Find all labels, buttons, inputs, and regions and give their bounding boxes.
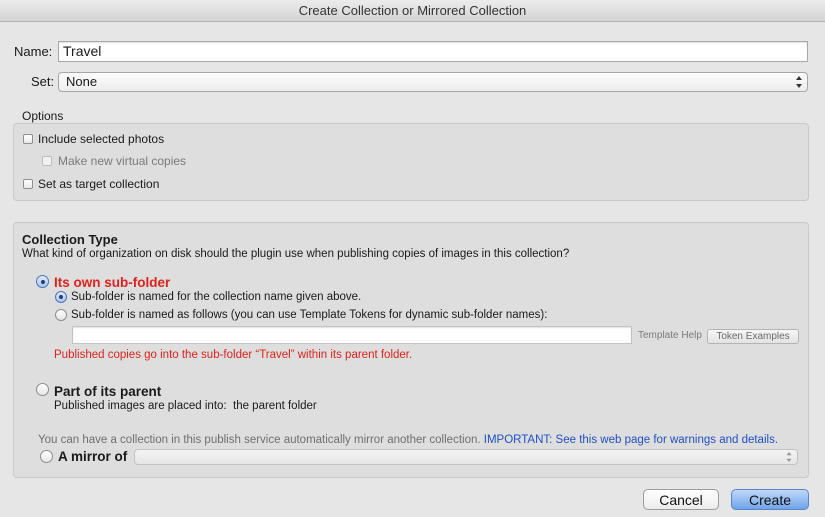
options-heading: Options [22, 109, 64, 123]
mirror-info: You can have a collection in this publis… [38, 434, 778, 446]
create-button[interactable]: Create [731, 489, 809, 510]
set-select[interactable]: None [58, 72, 808, 92]
name-input[interactable]: Travel [58, 41, 808, 62]
part-of-parent-radio[interactable] [36, 383, 49, 396]
placed-into-text: Published images are placed into: the pa… [54, 400, 317, 412]
set-as-target-checkbox[interactable] [23, 179, 33, 189]
collection-type-question: What kind of organization on disk should… [22, 248, 570, 260]
mirror-label: A mirror of [58, 449, 128, 464]
window-title: Create Collection or Mirrored Collection [298, 3, 527, 18]
template-help-link[interactable]: Template Help [638, 330, 702, 341]
name-label: Name: [14, 44, 53, 59]
published-note: Published copies go into the sub-folder … [54, 349, 413, 361]
mirror-radio[interactable] [40, 450, 53, 463]
set-as-target-label: Set as target collection [38, 177, 160, 191]
make-virtual-copies-label: Make new virtual copies [58, 154, 187, 168]
named-as-follows-label: Sub-folder is named as follows (you can … [71, 309, 548, 321]
named-for-collection-label: Sub-folder is named for the collection n… [71, 291, 362, 303]
mirror-select[interactable] [134, 449, 798, 465]
include-selected-checkbox[interactable] [23, 134, 33, 144]
include-selected-label: Include selected photos [38, 132, 165, 146]
mirror-info-text: You can have a collection in this publis… [38, 434, 481, 446]
window-title-bar: Create Collection or Mirrored Collection [0, 0, 825, 22]
subfolder-template-input[interactable] [72, 326, 632, 344]
cancel-button[interactable]: Cancel [643, 489, 719, 510]
own-subfolder-radio[interactable] [36, 275, 49, 288]
own-subfolder-label: Its own sub-folder [54, 275, 171, 290]
mirror-select-arrows-icon [786, 451, 792, 463]
select-arrows-icon [796, 76, 802, 88]
named-as-follows-radio[interactable] [55, 309, 67, 321]
named-for-collection-radio[interactable] [55, 291, 67, 303]
important-link[interactable]: IMPORTANT: See this web page for warning… [484, 434, 778, 446]
set-select-value: None [66, 74, 98, 89]
token-examples-button[interactable]: Token Examples [707, 329, 799, 344]
set-label: Set: [31, 74, 55, 89]
make-virtual-copies-checkbox[interactable] [42, 156, 52, 166]
placed-into-label: Published images are placed into: [54, 400, 227, 412]
part-of-parent-label: Part of its parent [54, 384, 162, 399]
collection-type-heading: Collection Type [22, 232, 118, 247]
placed-into-value: the parent folder [233, 400, 317, 412]
